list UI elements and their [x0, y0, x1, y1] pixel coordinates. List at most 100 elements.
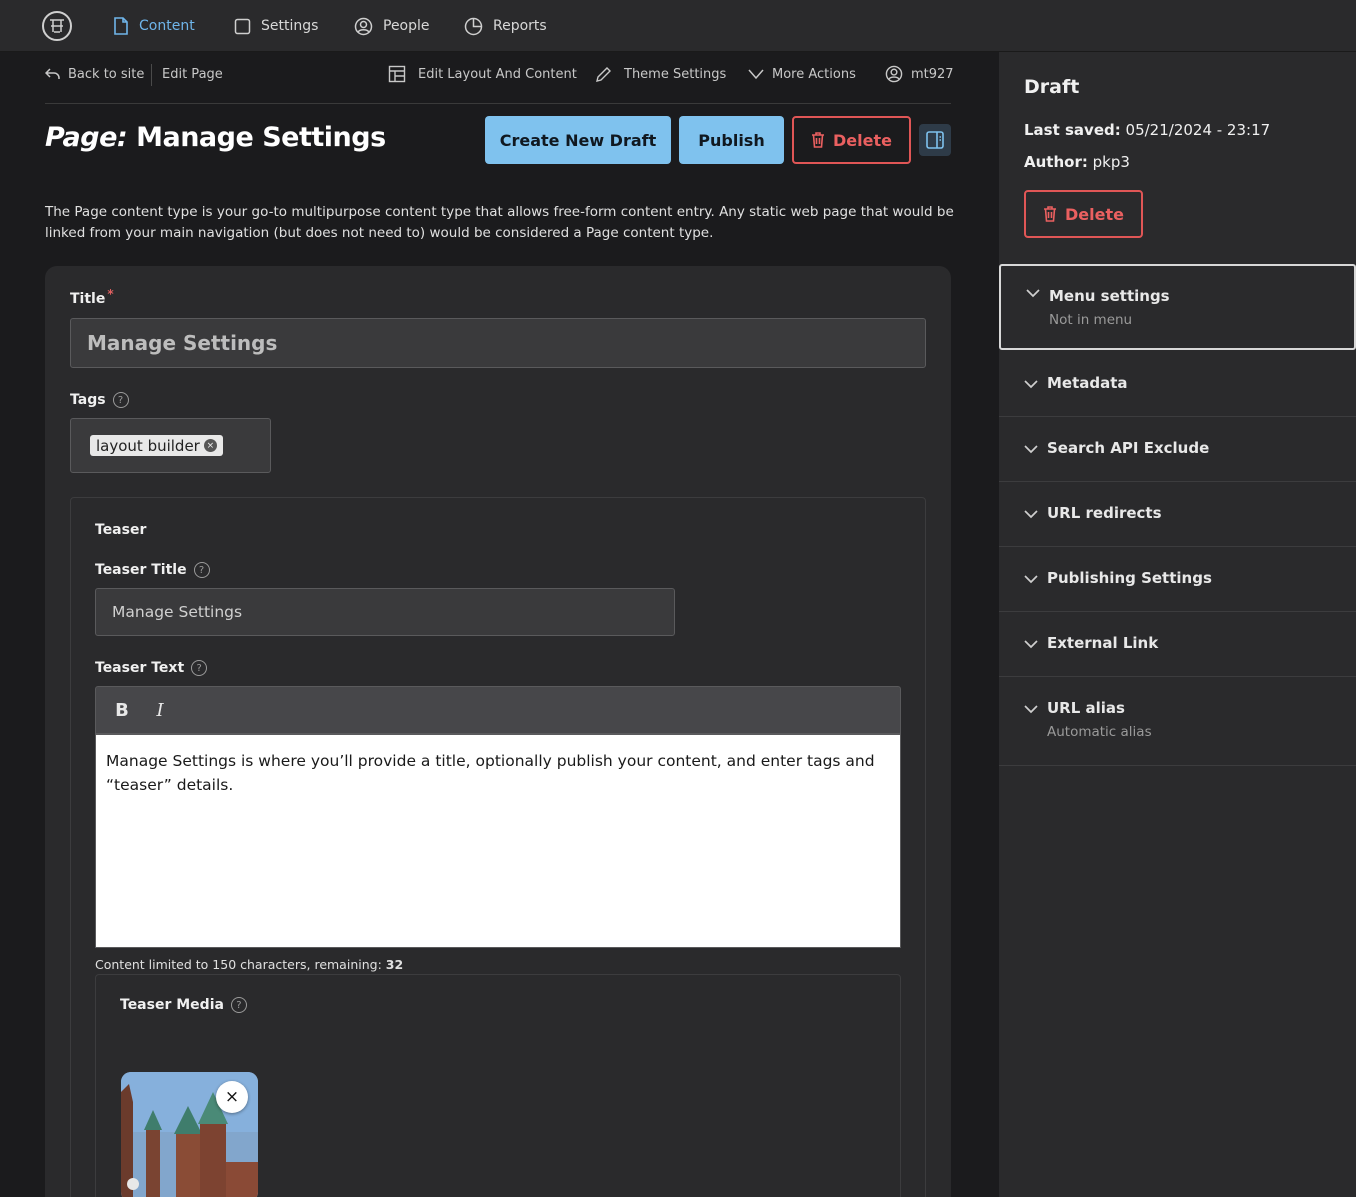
chevron-down-icon — [748, 69, 764, 80]
help-icon[interactable]: ? — [112, 392, 129, 408]
title-label-text: Title — [70, 291, 106, 307]
nav-settings[interactable]: Settings — [234, 0, 318, 52]
nav-people[interactable]: People — [354, 0, 430, 52]
top-navigation: Content Settings People Reports — [0, 0, 1356, 52]
tag-chip: layout builder × — [90, 435, 223, 456]
accordion-menu-settings[interactable]: Menu settings Not in menu — [999, 264, 1356, 350]
user-menu[interactable]: mt927 — [885, 64, 954, 84]
accordion-title: Publishing Settings — [1047, 569, 1212, 587]
accordion-title: Menu settings — [1049, 287, 1170, 305]
user-circle-icon — [885, 65, 903, 83]
nav-content-label: Content — [139, 18, 195, 34]
accordion-url-redirects[interactable]: URL redirects — [999, 482, 1356, 547]
editor-toolbar: B I — [95, 686, 901, 734]
required-mark: * — [107, 287, 114, 301]
teaser-title-input[interactable]: Manage Settings — [95, 588, 675, 636]
italic-button[interactable]: I — [148, 698, 172, 722]
accordion-url-alias[interactable]: URL alias Automatic alias — [999, 677, 1356, 766]
accordion-title: URL redirects — [1047, 504, 1162, 522]
title-label: Title * — [70, 287, 114, 307]
accordion-title: Search API Exclude — [1047, 439, 1210, 457]
bold-button[interactable]: B — [110, 698, 134, 722]
teaser-title-label: Teaser Title? — [95, 562, 210, 578]
accordion-title: Metadata — [1047, 374, 1128, 392]
media-thumbnail[interactable]: × — [121, 1072, 258, 1197]
help-icon[interactable]: ? — [193, 562, 210, 578]
create-new-draft-button[interactable]: Create New Draft — [485, 116, 671, 164]
sidebar-panel-icon — [926, 131, 944, 149]
main-content: Back to site Edit Page Edit Layout And C… — [0, 52, 999, 1197]
chevron-down-icon — [1024, 575, 1038, 584]
trash-icon — [1044, 206, 1057, 222]
square-icon — [234, 18, 251, 34]
author-value: pkp3 — [1092, 153, 1130, 171]
back-to-site-link[interactable]: Back to site — [45, 64, 144, 84]
user-circle-icon — [354, 17, 373, 35]
accordion-title: URL alias — [1047, 699, 1125, 717]
form-card: Title * Manage Settings Tags? layout buil… — [45, 266, 951, 1197]
nav-reports[interactable]: Reports — [464, 0, 547, 52]
accordion-search-api-exclude[interactable]: Search API Exclude — [999, 417, 1356, 482]
chevron-down-icon — [1024, 380, 1038, 389]
nav-reports-label: Reports — [493, 18, 547, 34]
theme-settings-link[interactable]: Theme Settings — [595, 64, 726, 84]
teaser-media-label: Teaser Media? — [120, 997, 247, 1013]
toggle-sidebar-button[interactable] — [919, 124, 951, 156]
accordion-subtitle: Automatic alias — [1047, 724, 1152, 740]
teaser-text-label: Teaser Text? — [95, 660, 208, 676]
status-heading: Draft — [1024, 76, 1080, 98]
edit-page-label: Edit Page — [162, 66, 223, 82]
teaser-fieldset: Teaser Teaser Title? Manage Settings Tea… — [70, 497, 926, 1197]
edit-layout-label: Edit Layout And Content — [418, 66, 577, 82]
limit-text: Content limited to 150 characters, remai… — [95, 957, 386, 972]
nav-settings-label: Settings — [261, 18, 319, 34]
nav-content[interactable]: Content — [113, 0, 195, 52]
help-icon[interactable]: ? — [191, 660, 208, 676]
delete-button-label: Delete — [833, 130, 892, 150]
author-label: Author: — [1024, 153, 1088, 171]
accordion-subtitle: Not in menu — [1049, 312, 1133, 328]
remove-media-button[interactable]: × — [216, 1081, 248, 1113]
remove-tag-icon[interactable]: × — [203, 439, 217, 452]
page-title-text: Manage Settings — [136, 122, 386, 153]
user-name: mt927 — [911, 66, 954, 82]
tags-input[interactable]: layout builder × — [70, 418, 271, 473]
content-type-description: The Page content type is your go-to mult… — [45, 204, 954, 241]
site-logo-icon[interactable] — [42, 11, 72, 41]
publish-button[interactable]: Publish — [679, 116, 784, 164]
more-actions-menu[interactable]: More Actions — [748, 64, 856, 84]
character-limit-text: Content limited to 150 characters, remai… — [95, 957, 403, 972]
title-input[interactable]: Manage Settings — [70, 318, 926, 368]
delete-button[interactable]: Delete — [792, 116, 911, 164]
sidebar-delete-button[interactable]: Delete — [1024, 190, 1143, 238]
edit-layout-link[interactable]: Edit Layout And Content — [388, 64, 577, 84]
chevron-down-icon — [1024, 640, 1038, 649]
more-actions-label: More Actions — [772, 66, 856, 82]
teaser-heading: Teaser — [95, 522, 147, 538]
teaser-text-editor[interactable]: Manage Settings is where you’ll provide … — [95, 734, 901, 948]
limit-remaining: 32 — [385, 957, 404, 972]
theme-settings-label: Theme Settings — [624, 66, 727, 82]
help-icon[interactable]: ? — [230, 997, 247, 1013]
trash-icon — [812, 132, 825, 148]
teaser-media-fieldset: Teaser Media? × — [95, 974, 901, 1197]
sidebar-delete-label: Delete — [1065, 204, 1124, 224]
chevron-down-icon — [1024, 445, 1038, 454]
accordion-publishing-settings[interactable]: Publishing Settings — [999, 547, 1356, 612]
layout-icon — [388, 65, 406, 83]
pie-chart-icon — [464, 17, 483, 35]
accordion-title: External Link — [1047, 634, 1159, 652]
accordion-metadata[interactable]: Metadata — [999, 352, 1356, 417]
pencil-icon — [596, 66, 611, 82]
document-icon — [114, 17, 128, 35]
chevron-down-icon — [1024, 510, 1038, 519]
tags-label: Tags? — [70, 392, 129, 408]
page-title-prefix: Page: — [45, 122, 128, 153]
subbar-divider-line — [45, 103, 951, 104]
accordion-external-link[interactable]: External Link — [999, 612, 1356, 677]
author: Author: pkp3 — [1024, 153, 1130, 171]
last-saved-label: Last saved: — [1024, 121, 1121, 139]
last-saved: Last saved: 05/21/2024 - 23:17 — [1024, 121, 1270, 139]
chevron-down-icon — [1024, 705, 1038, 714]
chevron-down-icon — [1026, 289, 1040, 298]
